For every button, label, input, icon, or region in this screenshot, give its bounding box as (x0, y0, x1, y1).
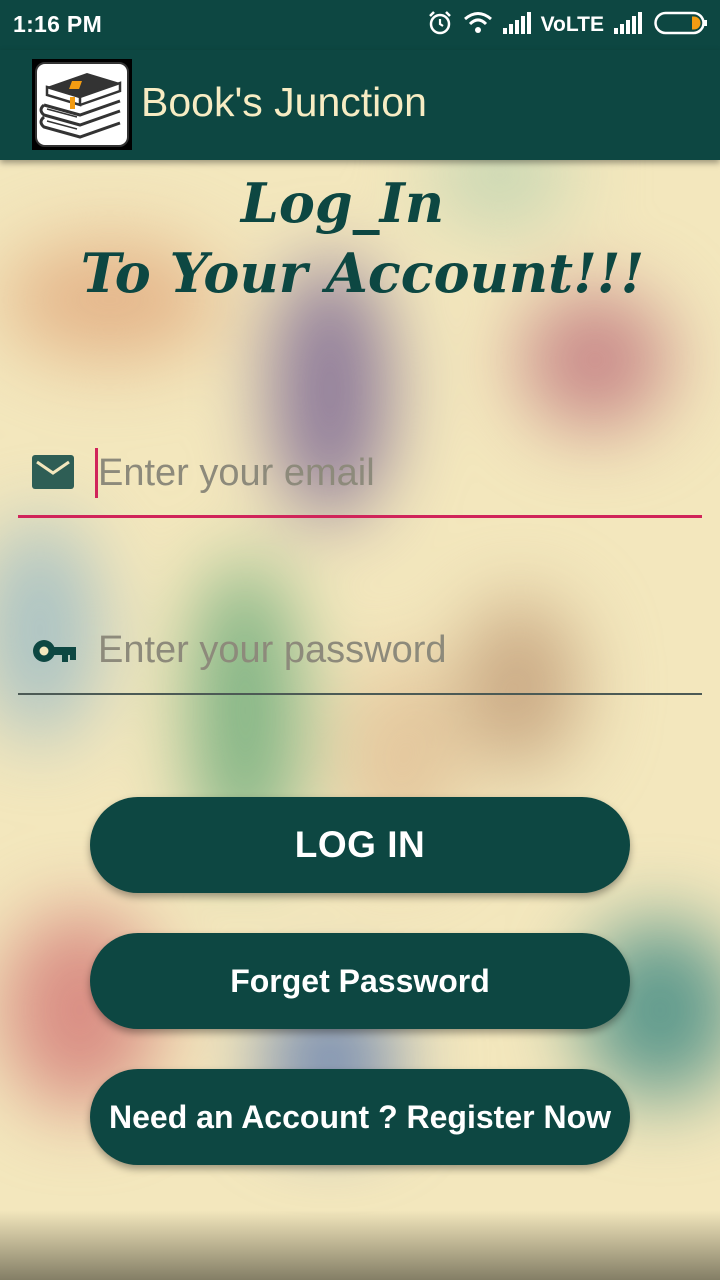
signal-icon (614, 11, 644, 39)
app-title: Book's Junction (141, 79, 427, 125)
bottom-shade (0, 1210, 720, 1280)
books-stack-icon (32, 59, 132, 150)
network-type-label: VoLTE (540, 13, 604, 36)
password-field[interactable] (18, 605, 702, 695)
status-bar: 1:16 PM VoLTE (0, 0, 720, 50)
email-input[interactable] (96, 442, 688, 504)
login-screen: 1:16 PM VoLTE Book's Junction Log_In To … (0, 0, 720, 1280)
page-heading: Log_In To Your Account!!! (0, 170, 720, 310)
status-time: 1:16 PM (13, 11, 103, 37)
alarm-icon (427, 10, 453, 41)
register-button[interactable]: Need an Account ? Register Now (90, 1069, 630, 1165)
forget-password-button[interactable]: Forget Password (90, 933, 630, 1029)
app-bar: Book's Junction (0, 50, 720, 160)
envelope-icon (32, 455, 74, 494)
status-icons: VoLTE (427, 9, 708, 41)
heading-line-2: To Your Account!!! (80, 241, 645, 305)
wifi-icon (463, 11, 493, 40)
login-button[interactable]: LOG IN (90, 797, 630, 893)
key-icon (32, 638, 78, 669)
password-input[interactable] (96, 619, 688, 681)
heading-line-1: Log_In (240, 171, 445, 235)
email-field[interactable] (18, 428, 702, 518)
battery-icon (654, 11, 708, 40)
signal-icon (502, 11, 533, 39)
